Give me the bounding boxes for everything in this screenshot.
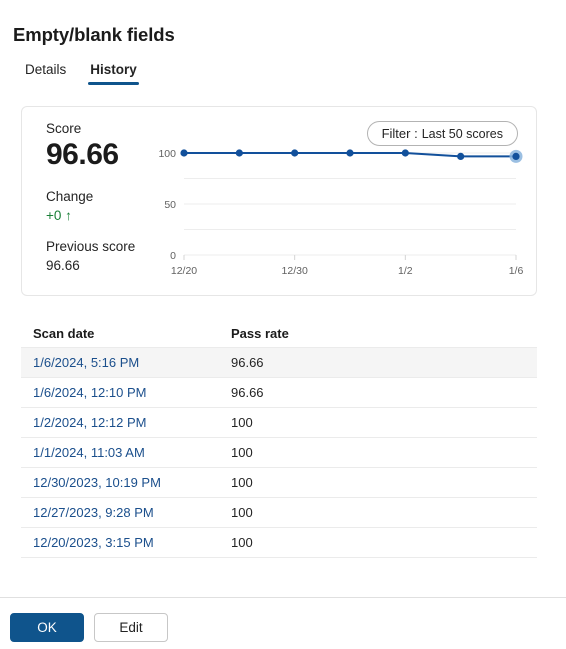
scan-date-link[interactable]: 1/1/2024, 11:03 AM	[33, 445, 231, 460]
scan-date-link[interactable]: 12/27/2023, 9:28 PM	[33, 505, 231, 520]
score-summary-card: Score 96.66 Change +0 ↑ Previous score 9…	[21, 106, 537, 296]
previous-score-value: 96.66	[46, 257, 80, 273]
chart-data-point[interactable]	[180, 149, 188, 157]
chart-data-point[interactable]	[401, 149, 409, 157]
score-value: 96.66	[46, 138, 119, 171]
tab-details[interactable]: Details	[13, 60, 78, 85]
chart-data-point[interactable]	[512, 152, 520, 161]
score-history-chart[interactable]: 0 50 100 12/20 12/30 1/2 1/6	[150, 145, 526, 285]
footer-actions: OK Edit	[10, 613, 168, 642]
tab-list: Details History	[13, 60, 149, 85]
table-header-row: Scan date Pass rate	[21, 320, 537, 348]
scan-date-link[interactable]: 1/2/2024, 12:12 PM	[33, 415, 231, 430]
pass-rate-value: 96.66	[231, 355, 264, 370]
chart-y-tick-label: 100	[158, 148, 176, 160]
tab-active-underline	[88, 82, 139, 85]
footer-divider	[0, 597, 566, 598]
table-row[interactable]: 1/6/2024, 12:10 PM 96.66	[21, 378, 537, 408]
chart-data-point[interactable]	[457, 152, 465, 161]
score-block: Score 96.66 Change +0 ↑ Previous score 9…	[46, 121, 166, 273]
pass-rate-value: 100	[231, 505, 253, 520]
edit-button[interactable]: Edit	[94, 613, 168, 642]
filter-button[interactable]: Filter : Last 50 scores	[366, 121, 518, 146]
chart-x-tick-label: 1/2	[398, 265, 413, 277]
filter-key-label: Filter :	[381, 126, 418, 141]
score-label: Score	[46, 121, 82, 136]
change-label: Change	[46, 188, 94, 204]
pass-rate-value: 96.66	[231, 385, 264, 400]
pass-rate-value: 100	[231, 415, 253, 430]
chart-svg: 0 50 100 12/20 12/30 1/2 1/6	[158, 148, 524, 277]
history-panel: Empty/blank fields Details History Score…	[0, 0, 566, 649]
scan-date-link[interactable]: 12/20/2023, 3:15 PM	[33, 535, 231, 550]
chart-data-point[interactable]	[291, 149, 299, 157]
filter-value-label: Last 50 scores	[421, 126, 503, 141]
page-title: Empty/blank fields	[13, 24, 175, 45]
scan-history-table: Scan date Pass rate 1/6/2024, 5:16 PM 96.…	[21, 320, 537, 558]
table-body: 1/6/2024, 5:16 PM 96.66 1/6/2024, 12:10 PM…	[21, 348, 537, 558]
table-row[interactable]: 12/30/2023, 10:19 PM 100	[21, 468, 537, 498]
table-row[interactable]: 1/6/2024, 5:16 PM 96.66	[21, 348, 537, 378]
table-row[interactable]: 12/20/2023, 3:15 PM 100	[21, 528, 537, 558]
table-row[interactable]: 1/2/2024, 12:12 PM 100	[21, 408, 537, 438]
ok-button[interactable]: OK	[10, 613, 84, 642]
tab-details-label: Details	[25, 62, 67, 77]
chart-x-tick-label: 12/20	[171, 265, 197, 277]
pass-rate-value: 100	[231, 535, 253, 550]
chart-data-point[interactable]	[346, 149, 354, 157]
chart-x-tick-label: 1/6	[509, 265, 524, 277]
pass-rate-value: 100	[231, 475, 253, 490]
change-value: +0 ↑	[46, 207, 72, 223]
scan-date-link[interactable]: 1/6/2024, 5:16 PM	[33, 355, 231, 370]
chart-y-tick-label: 0	[170, 250, 176, 262]
scan-date-link[interactable]: 12/30/2023, 10:19 PM	[33, 475, 231, 490]
column-header-pass-rate: Pass rate	[231, 326, 289, 341]
table-row[interactable]: 12/27/2023, 9:28 PM 100	[21, 498, 537, 528]
tab-history-label: History	[90, 62, 137, 77]
table-row[interactable]: 1/1/2024, 11:03 AM 100	[21, 438, 537, 468]
tab-history[interactable]: History	[78, 60, 149, 85]
scan-date-link[interactable]: 1/6/2024, 12:10 PM	[33, 385, 231, 400]
chart-data-point[interactable]	[235, 149, 243, 157]
chart-x-tick-label: 12/30	[282, 265, 308, 277]
chart-y-tick-label: 50	[164, 199, 176, 211]
previous-score-label: Previous score	[46, 238, 136, 254]
pass-rate-value: 100	[231, 445, 253, 460]
column-header-scan-date: Scan date	[33, 326, 95, 341]
